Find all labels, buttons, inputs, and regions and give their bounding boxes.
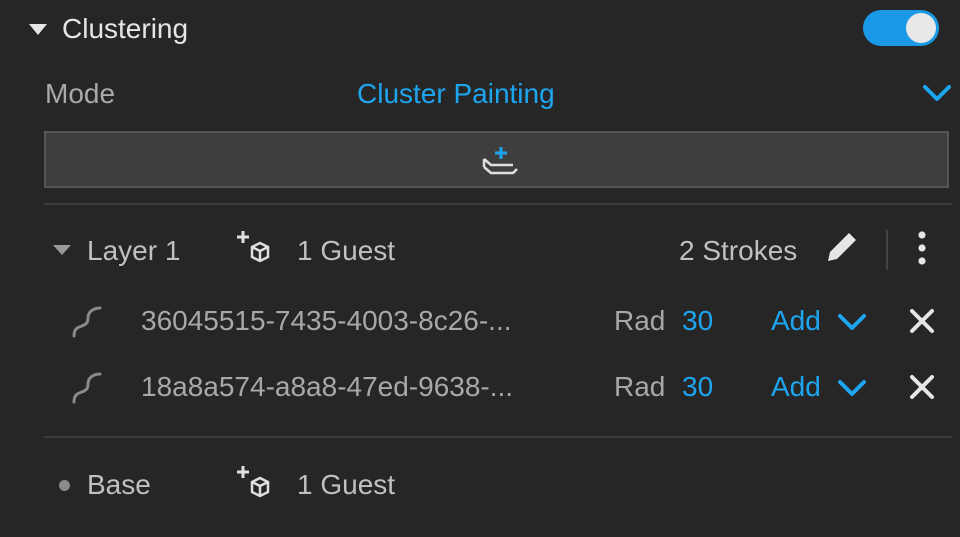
divider (44, 203, 952, 205)
action-dropdown[interactable]: Add (771, 371, 821, 403)
rad-label: Rad (614, 305, 666, 336)
close-icon[interactable] (908, 373, 936, 401)
layer-name: Layer 1 (87, 235, 181, 266)
close-icon[interactable] (908, 307, 936, 335)
chevron-down-icon[interactable] (836, 310, 868, 334)
separator (886, 230, 888, 270)
bullet-icon (59, 480, 70, 491)
add-layer-icon (482, 147, 518, 175)
more-vertical-icon[interactable] (912, 228, 932, 268)
stroke-curve-icon (72, 372, 102, 404)
add-guest-icon[interactable] (235, 464, 275, 502)
pencil-icon[interactable] (825, 230, 859, 264)
rad-value[interactable]: 30 (682, 371, 713, 403)
layer-stroke-count: 2 Strokes (679, 235, 798, 266)
section-title: Clustering (62, 13, 189, 44)
stroke-id[interactable]: 36045515-7435-4003-8c26-... (141, 305, 512, 337)
divider (44, 436, 952, 438)
toggle-knob (906, 13, 936, 43)
layer-guest-count: 1 Guest (297, 235, 396, 266)
chevron-down-icon[interactable] (836, 376, 868, 400)
layer-collapse-caret-icon[interactable] (53, 245, 71, 255)
layer-name: Base (87, 469, 151, 500)
stroke-id[interactable]: 18a8a574-a8a8-47ed-9638-... (141, 371, 513, 403)
rad-value[interactable]: 30 (682, 305, 713, 337)
add-layer-button[interactable] (44, 131, 949, 188)
mode-dropdown-value[interactable]: Cluster Painting (357, 78, 555, 110)
rad-label: Rad (614, 371, 666, 402)
layer-guest-count: 1 Guest (297, 469, 396, 500)
stroke-curve-icon (72, 306, 102, 338)
collapse-caret-icon[interactable] (29, 24, 47, 35)
clustering-toggle[interactable] (863, 10, 939, 46)
add-guest-icon[interactable] (235, 229, 275, 267)
action-dropdown[interactable]: Add (771, 305, 821, 337)
chevron-down-icon[interactable] (920, 80, 954, 106)
mode-label: Mode (45, 78, 116, 109)
